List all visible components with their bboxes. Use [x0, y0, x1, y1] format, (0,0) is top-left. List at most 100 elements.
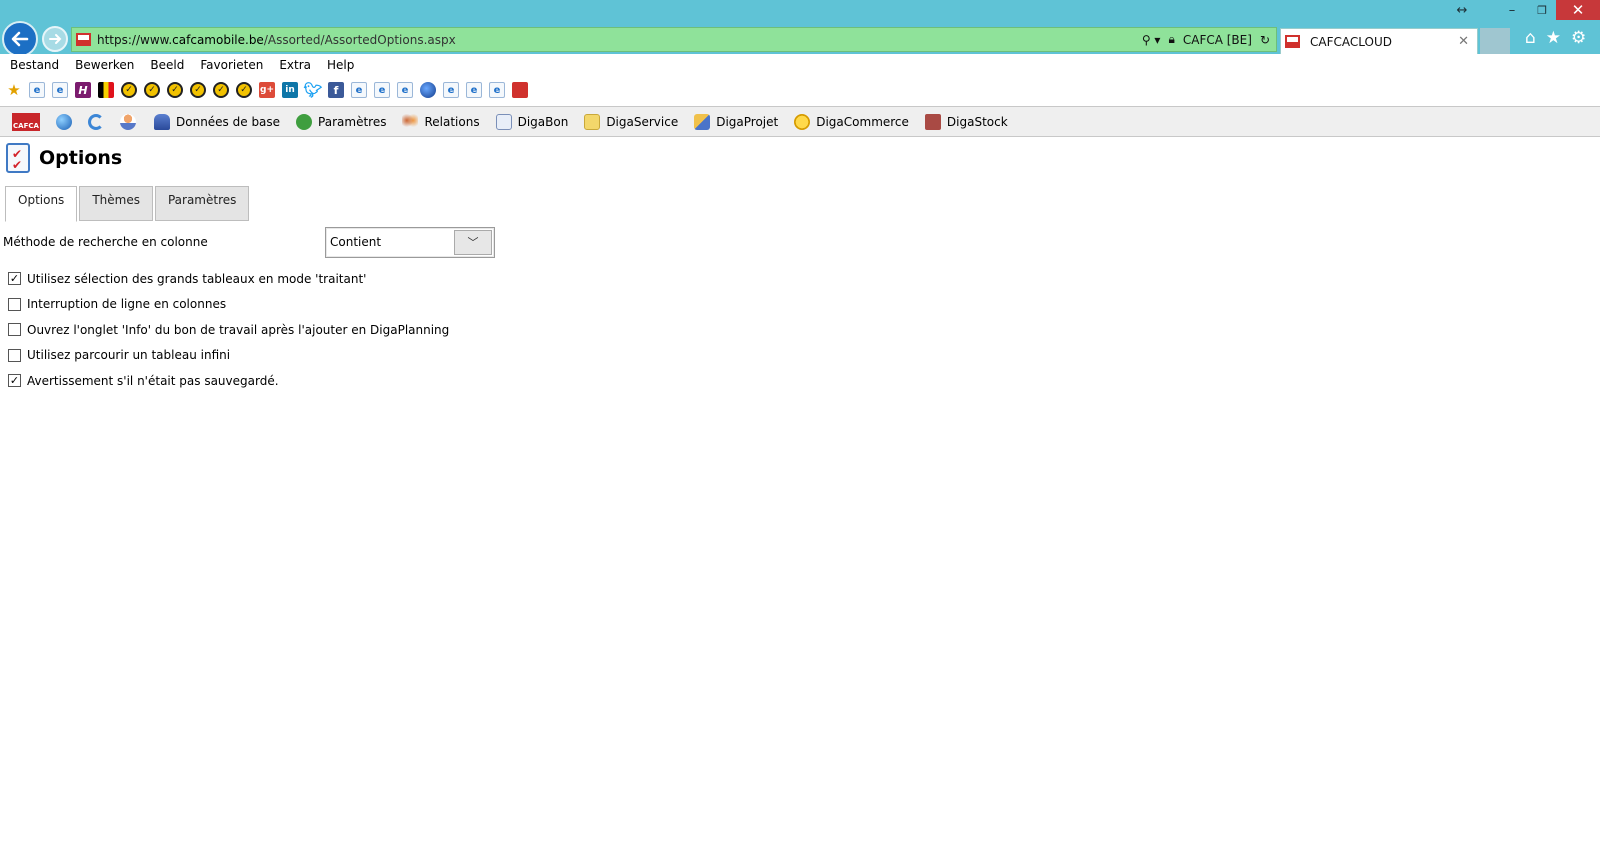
minimize-button[interactable]: –	[1497, 0, 1527, 20]
favorite-ie-icon[interactable]: e	[466, 82, 482, 98]
resize-icon[interactable]: ↔	[1448, 0, 1476, 20]
favorite-yellow-circle-icon[interactable]: ✓	[213, 82, 229, 98]
menu-bar: Bestand Bewerken Beeld Favorieten Extra …	[0, 54, 1600, 76]
option-checkbox[interactable]	[8, 323, 21, 337]
favorite-cafca-icon[interactable]	[512, 82, 528, 98]
favorite-google-plus-icon[interactable]: g+	[259, 82, 275, 98]
database-icon	[154, 113, 170, 130]
document-icon	[495, 113, 512, 130]
favorite-ie-icon[interactable]: e	[397, 82, 413, 98]
settings-gear-icon[interactable]: ⚙	[1571, 28, 1586, 48]
close-tab-icon[interactable]: ✕	[1458, 34, 1469, 49]
search-dropdown-icon[interactable]: ⚲ ▾	[1142, 33, 1161, 47]
favorite-yellow-circle-icon[interactable]: ✓	[167, 82, 183, 98]
favorite-ie-icon[interactable]: e	[489, 82, 505, 98]
add-favorite-star-icon[interactable]: ★	[6, 81, 22, 99]
people-icon	[402, 113, 419, 130]
folder-icon	[584, 113, 601, 130]
menu-extra[interactable]: Extra	[279, 58, 311, 72]
address-bar[interactable]: https://www.cafcamobile.be/Assorted/Asso…	[71, 27, 1277, 52]
option-label: Utilisez sélection des grands tableaux e…	[27, 271, 367, 286]
browser-tab[interactable]: CAFCACLOUD ✕	[1280, 28, 1478, 54]
favorite-h-icon[interactable]: H	[75, 82, 91, 98]
tab-parametres[interactable]: Paramètres	[154, 186, 250, 221]
option-row[interactable]: Interruption de ligne en colonnes	[8, 292, 449, 318]
favorite-ie-icon[interactable]: e	[52, 82, 68, 98]
toolbar-relations[interactable]: Relations	[402, 113, 480, 130]
search-method-select[interactable]: Contient ﹀	[325, 226, 495, 258]
favorites-star-icon[interactable]: ★	[1546, 28, 1561, 48]
favorite-yellow-circle-icon[interactable]: ✓	[121, 82, 137, 98]
tab-themes[interactable]: Thèmes	[79, 186, 153, 221]
favorite-yellow-circle-icon[interactable]: ✓	[190, 82, 206, 98]
option-row[interactable]: Ouvrez l'onglet 'Info' du bon de travail…	[8, 317, 449, 343]
toolbar-digastock[interactable]: DigaStock	[924, 113, 1008, 130]
user-icon[interactable]	[120, 113, 136, 130]
menu-bewerken[interactable]: Bewerken	[75, 58, 134, 72]
toolbar-label: Relations	[424, 114, 480, 129]
site-identity[interactable]: CAFCA [BE]	[1183, 33, 1252, 47]
chevron-down-icon[interactable]: ﹀	[454, 229, 492, 255]
toolbar-label: Données de base	[176, 114, 281, 129]
favorite-facebook-icon[interactable]: f	[328, 82, 344, 98]
page-header: Options	[6, 143, 122, 173]
option-row[interactable]: ✓ Utilisez sélection des grands tableaux…	[8, 266, 449, 292]
url-text: https://www.cafcamobile.be/Assorted/Asso…	[97, 33, 456, 47]
options-checkbox-list: ✓ Utilisez sélection des grands tableaux…	[8, 266, 449, 394]
favorite-ie-icon[interactable]: e	[29, 82, 45, 98]
menu-beeld[interactable]: Beeld	[150, 58, 184, 72]
new-tab-button[interactable]	[1480, 28, 1510, 54]
forward-button[interactable]	[42, 26, 68, 52]
page-title: Options	[39, 147, 123, 169]
favorite-yellow-circle-icon[interactable]: ✓	[236, 82, 252, 98]
menu-favorieten[interactable]: Favorieten	[200, 58, 263, 72]
url-host: cafcamobile.be	[172, 32, 264, 47]
browser-actions: ⌂ ★ ⚙	[1525, 28, 1586, 48]
sync-icon[interactable]	[88, 113, 104, 130]
toolbar-label: Paramètres	[318, 114, 387, 129]
favorite-belgium-flag-icon[interactable]	[98, 82, 114, 98]
menu-bestand[interactable]: Bestand	[10, 58, 59, 72]
option-checkbox[interactable]	[8, 297, 21, 311]
options-tabs: Options Thèmes Paramètres	[5, 186, 251, 222]
option-checkbox[interactable]	[8, 348, 21, 362]
favorite-yellow-circle-icon[interactable]: ✓	[144, 82, 160, 98]
app-toolbar: CAFCA Données de base Paramètres Relatio…	[0, 106, 1600, 137]
url-prefix: https://www.	[97, 32, 173, 47]
toolbar-donnees-de-base[interactable]: Données de base	[154, 113, 281, 130]
project-flag-icon	[694, 113, 711, 130]
favorite-ie-icon[interactable]: e	[443, 82, 459, 98]
option-row[interactable]: ✓ Avertissement s'il n'était pas sauvega…	[8, 368, 449, 394]
option-checkbox[interactable]: ✓	[8, 272, 21, 286]
favorite-linkedin-icon[interactable]: in	[282, 82, 298, 98]
toolbar-digacommerce[interactable]: DigaCommerce	[794, 113, 909, 130]
favorite-ie-icon[interactable]: e	[351, 82, 367, 98]
back-button[interactable]	[2, 21, 38, 57]
tab-options[interactable]: Options	[5, 186, 78, 222]
menu-help[interactable]: Help	[327, 58, 354, 72]
favorite-twitter-icon[interactable]: 🐦︎	[303, 81, 322, 99]
toolbar-digabon[interactable]: DigaBon	[495, 113, 568, 130]
coin-icon	[794, 113, 811, 130]
favorite-ie-icon[interactable]: e	[374, 82, 390, 98]
options-checklist-icon	[6, 143, 30, 173]
toolbar-digaservice[interactable]: DigaService	[584, 113, 679, 130]
option-checkbox[interactable]: ✓	[8, 374, 21, 388]
toolbar-label: DigaService	[606, 114, 679, 129]
restore-button[interactable]: ❐	[1527, 0, 1557, 20]
option-label: Avertissement s'il n'était pas sauvegard…	[27, 373, 279, 388]
option-label: Ouvrez l'onglet 'Info' du bon de travail…	[27, 322, 450, 337]
globe-icon[interactable]	[56, 113, 72, 130]
favorite-globe-icon[interactable]	[420, 82, 436, 98]
stock-box-icon	[924, 113, 941, 130]
refresh-icon[interactable]: ↻	[1260, 33, 1270, 47]
home-icon[interactable]: ⌂	[1525, 28, 1536, 48]
toolbar-digaprojet[interactable]: DigaProjet	[694, 113, 778, 130]
browser-titlebar: ↔ – ❐ ✕ https://www.cafcamobile.be/Assor…	[0, 0, 1600, 57]
lock-icon[interactable]: 🔒︎	[1168, 32, 1174, 47]
cafca-logo[interactable]: CAFCA	[12, 112, 40, 131]
option-row[interactable]: Utilisez parcourir un tableau infini	[8, 343, 449, 369]
url-path: /Assorted/AssortedOptions.aspx	[263, 32, 456, 47]
toolbar-parametres[interactable]: Paramètres	[296, 113, 387, 130]
close-window-button[interactable]: ✕	[1556, 0, 1600, 20]
